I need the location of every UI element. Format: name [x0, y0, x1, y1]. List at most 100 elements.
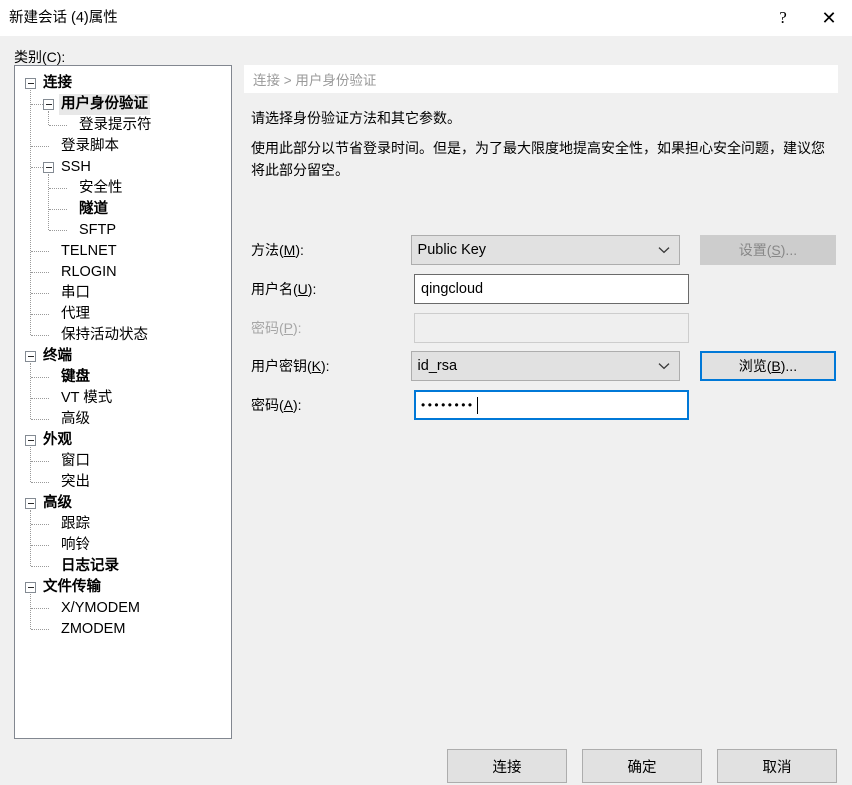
tree-guide-line: [31, 377, 49, 378]
description-line-2: 使用此部分以节省登录时间。但是，为了最大限度地提高安全性，如果担心安全问题，建议…: [251, 140, 825, 178]
tree-guide-line: [49, 230, 67, 231]
method-label: 方法(M):: [251, 242, 304, 258]
tree-guide-line: [31, 251, 49, 252]
tree-guide-line: [49, 209, 67, 210]
tree-expander-collapse-icon[interactable]: [25, 78, 36, 89]
tree-expander-collapse-icon[interactable]: [43, 99, 54, 110]
userkey-value: id_rsa: [417, 358, 458, 374]
tree-item-17[interactable]: 外观: [15, 430, 231, 451]
tree-guide-line: [31, 104, 43, 105]
category-label: 类别(C):: [14, 49, 66, 65]
tree-item-label: 键盘: [61, 369, 90, 385]
username-input[interactable]: qingcloud: [414, 274, 689, 304]
tree-item-label: 代理: [61, 306, 90, 322]
window-title: 新建会话 (4)属性: [9, 9, 118, 26]
tree-guide-line: [31, 335, 49, 336]
tree-item-label: 文件传输: [43, 579, 101, 595]
tree-guide-line: [31, 419, 49, 420]
tree-guide-line: [30, 363, 31, 419]
userkey-row: 用户密钥(K): id_rsa 浏览(B)...: [251, 351, 836, 381]
tree-guide-line: [31, 272, 49, 273]
tree-item-0[interactable]: 连接: [15, 73, 231, 94]
tree-item-label: 安全性: [79, 180, 123, 196]
chevron-down-icon: [658, 236, 670, 264]
tree-item-label: X/YMODEM: [61, 600, 140, 616]
tree-guide-line: [31, 461, 49, 462]
passphrase-input[interactable]: ••••••••: [414, 390, 689, 420]
tree-guide-line: [30, 594, 31, 629]
tree-item-label: 登录提示符: [79, 117, 152, 133]
tree-guide-line: [31, 167, 43, 168]
description-line-1: 请选择身份验证方法和其它参数。: [251, 110, 461, 126]
tree-item-label: 保持活动状态: [61, 327, 148, 343]
tree-item-label: 高级: [61, 411, 90, 427]
tree-expander-collapse-icon[interactable]: [25, 435, 36, 446]
tree-item-label: 连接: [43, 75, 72, 91]
tree-item-label: RLOGIN: [61, 264, 117, 280]
tree-guide-line: [49, 125, 67, 126]
tree-item-label: 终端: [43, 348, 72, 364]
tree-item-label: 串口: [61, 285, 90, 301]
text-caret: [476, 396, 478, 414]
tree-guide-line: [31, 482, 49, 483]
method-value: Public Key: [417, 242, 487, 258]
passphrase-row: 密码(A): ••••••••: [251, 390, 836, 420]
tree-item-label: 高级: [43, 495, 72, 511]
password-row: 密码(P):: [251, 313, 836, 343]
breadcrumb: 连接 > 用户身份验证: [244, 65, 838, 93]
help-icon[interactable]: ?: [760, 0, 806, 36]
tree-item-20[interactable]: 高级: [15, 493, 231, 514]
tree-guide-line: [31, 524, 49, 525]
close-icon[interactable]: ✕: [806, 0, 852, 36]
tree-item-label: 外观: [43, 432, 72, 448]
password-label: 密码(P):: [251, 320, 302, 336]
method-row: 方法(M): Public Key 设置(S)...: [251, 235, 836, 265]
method-settings-button[interactable]: 设置(S)...: [699, 235, 836, 265]
tree-item-label: VT 模式: [61, 390, 113, 406]
tree-guide-line: [31, 629, 49, 630]
tree-guide-line: [31, 293, 49, 294]
cancel-button[interactable]: 取消: [717, 749, 837, 783]
window-controls: ? ✕: [760, 0, 852, 36]
passphrase-label: 密码(A):: [251, 397, 302, 413]
tree-item-label: TELNET: [61, 243, 117, 259]
tree-expander-collapse-icon[interactable]: [25, 582, 36, 593]
tree-item-label: ZMODEM: [61, 621, 126, 637]
tree-item-label: 登录脚本: [61, 138, 119, 154]
passphrase-masked-value: ••••••••: [421, 398, 475, 412]
userkey-browse-button[interactable]: 浏览(B)...: [699, 351, 836, 381]
tree-guide-line: [49, 188, 67, 189]
username-label: 用户名(U):: [251, 281, 317, 297]
category-tree-panel[interactable]: 连接 用户身份验证 登录提示符 登录脚本 SSH 安全性 隧道 SFTP TELNET RLOGI…: [14, 65, 232, 739]
password-input: [414, 313, 689, 343]
ok-button[interactable]: 确定: [582, 749, 702, 783]
tree-expander-collapse-icon[interactable]: [25, 498, 36, 509]
tree-item-label: 隧道: [79, 201, 108, 217]
tree-expander-collapse-icon[interactable]: [43, 162, 54, 173]
tree-expander-collapse-icon[interactable]: [25, 351, 36, 362]
method-combobox[interactable]: Public Key: [410, 235, 680, 265]
category-tree: 连接 用户身份验证 登录提示符 登录脚本 SSH 安全性 隧道 SFTP TELNET RLOGI…: [15, 66, 231, 640]
tree-item-label: 用户身份验证: [59, 94, 150, 115]
tree-guide-line: [30, 510, 31, 566]
tree-item-label: 日志记录: [61, 558, 119, 574]
tree-item-label: 响铃: [61, 537, 90, 553]
tree-guide-line: [31, 566, 49, 567]
tree-guide-line: [31, 608, 49, 609]
tree-item-label: 突出: [61, 474, 90, 490]
connect-button[interactable]: 连接: [447, 749, 567, 783]
chevron-down-icon: [658, 352, 670, 380]
userkey-combobox[interactable]: id_rsa: [410, 351, 680, 381]
username-value: qingcloud: [421, 281, 484, 297]
tree-item-24[interactable]: 文件传输: [15, 577, 231, 598]
window-title-bar: 新建会话 (4)属性 ? ✕: [0, 0, 852, 36]
tree-guide-line: [31, 314, 49, 315]
tree-guide-line: [31, 398, 49, 399]
tree-item-label: 窗口: [61, 453, 90, 469]
tree-item-label: SSH: [61, 159, 91, 175]
tree-guide-line: [30, 447, 31, 482]
tree-item-13[interactable]: 终端: [15, 346, 231, 367]
tree-guide-line: [31, 146, 49, 147]
username-row: 用户名(U): qingcloud: [251, 274, 836, 304]
tree-item-label: 跟踪: [61, 516, 90, 532]
